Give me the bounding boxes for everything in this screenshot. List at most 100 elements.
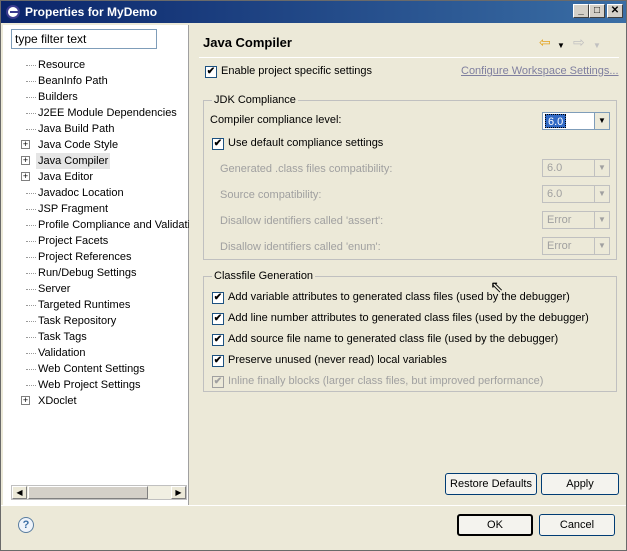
generated-compat-select[interactable]: 6.0 ▼: [542, 159, 610, 177]
tree-item[interactable]: Targeted Runtimes: [3, 297, 189, 313]
filter-input[interactable]: [11, 29, 157, 49]
classfile-option-checkbox[interactable]: [212, 334, 224, 346]
generated-compat-label: Generated .class files compatibility:: [220, 163, 393, 175]
assert-select[interactable]: Error ▼: [542, 211, 610, 229]
tree-connector: [26, 369, 36, 370]
tree-connector: [26, 385, 36, 386]
tree-item[interactable]: Web Project Settings: [3, 377, 189, 393]
use-default-compliance-checkbox[interactable]: [212, 138, 224, 150]
title-bar[interactable]: Properties for MyDemo _ □ ✕: [1, 1, 626, 23]
mouse-cursor-icon: ⇖: [490, 279, 504, 296]
tree-item-label: Web Content Settings: [38, 363, 145, 375]
tree-item[interactable]: Java Build Path: [3, 121, 189, 137]
tree-item[interactable]: BeanInfo Path: [3, 73, 189, 89]
expand-icon[interactable]: +: [21, 140, 30, 149]
classfile-option-checkbox[interactable]: [212, 313, 224, 325]
tree-item[interactable]: Task Tags: [3, 329, 189, 345]
tree-item-label: JSP Fragment: [38, 203, 109, 215]
tree-item-label: Project References: [38, 251, 132, 263]
tree-item[interactable]: Project Facets: [3, 233, 189, 249]
expand-icon[interactable]: +: [21, 396, 30, 405]
scroll-left-icon[interactable]: ◀: [12, 486, 27, 499]
tree-item[interactable]: + XDoclet: [3, 393, 189, 409]
tree-item[interactable]: JSP Fragment: [3, 201, 189, 217]
tree-connector: [26, 305, 36, 306]
classfile-option-label: Add source file name to generated class …: [228, 333, 559, 345]
tree-item[interactable]: Project References: [3, 249, 189, 265]
forward-arrow-icon[interactable]: ⇨: [573, 35, 585, 49]
classfile-option-checkbox[interactable]: [212, 292, 224, 304]
ok-button[interactable]: OK: [457, 514, 533, 536]
classfile-option-checkbox[interactable]: [212, 376, 224, 388]
navigation-panel: Resource BeanInfo Path Builders J2EE Module…: [3, 25, 189, 505]
chevron-down-icon: ▼: [594, 186, 609, 202]
maximize-button[interactable]: □: [589, 4, 605, 18]
footer-separator: [1, 505, 626, 506]
horizontal-scrollbar[interactable]: ◀ ▶: [11, 485, 187, 500]
tree-item-label: Java Editor: [38, 171, 94, 183]
tree-connector: [26, 225, 36, 226]
classfile-option-label: Inline finally blocks (larger class file…: [228, 375, 544, 387]
jdk-compliance-title: JDK Compliance: [212, 94, 298, 106]
tree-item[interactable]: Server: [3, 281, 189, 297]
tree-item[interactable]: + Java Compiler: [3, 153, 189, 169]
chevron-down-icon: ▼: [594, 212, 609, 228]
compliance-level-select[interactable]: 6.0 ▼: [542, 112, 610, 130]
enum-label: Disallow identifiers called 'enum':: [220, 241, 381, 253]
close-button[interactable]: ✕: [607, 4, 623, 18]
tree-item[interactable]: Run/Debug Settings: [3, 265, 189, 281]
help-icon[interactable]: ?: [18, 517, 34, 533]
tree-item-label: Task Tags: [38, 331, 87, 343]
tree-connector: [26, 81, 36, 82]
jdk-compliance-group: JDK Compliance Compiler compliance level…: [203, 94, 617, 260]
properties-dialog: Properties for MyDemo _ □ ✕ Resource Bean…: [0, 0, 627, 551]
tree-connector: [26, 321, 36, 322]
forward-menu-icon[interactable]: ▼: [593, 39, 601, 53]
tree-item[interactable]: Javadoc Location: [3, 185, 189, 201]
back-arrow-icon[interactable]: ⇦: [539, 35, 551, 49]
tree-item[interactable]: + Java Editor: [3, 169, 189, 185]
use-default-compliance-label: Use default compliance settings: [228, 137, 384, 149]
tree-item-label: Resource: [38, 59, 86, 71]
configure-workspace-link[interactable]: Configure Workspace Settings...: [461, 65, 619, 77]
tree-connector: [26, 65, 36, 66]
tree-connector: [26, 273, 36, 274]
scroll-thumb[interactable]: [28, 486, 148, 499]
classfile-option-label: Add variable attributes to generated cla…: [228, 291, 570, 303]
tree-item[interactable]: J2EE Module Dependencies: [3, 105, 189, 121]
dropdown-menu-icon[interactable]: ▼: [557, 39, 565, 53]
tree-item[interactable]: Profile Compliance and Validatic: [3, 217, 189, 233]
cancel-button[interactable]: Cancel: [539, 514, 615, 536]
enable-project-settings-checkbox[interactable]: [205, 66, 217, 78]
tree-item[interactable]: + Java Code Style: [3, 137, 189, 153]
tree-item[interactable]: Builders: [3, 89, 189, 105]
minimize-button[interactable]: _: [573, 4, 589, 18]
tree-item[interactable]: Web Content Settings: [3, 361, 189, 377]
tree-item[interactable]: Resource: [3, 57, 189, 73]
expand-icon[interactable]: +: [21, 156, 30, 165]
tree-item[interactable]: Task Repository: [3, 313, 189, 329]
classfile-option-label: Preserve unused (never read) local varia…: [228, 354, 447, 366]
history-navigation: ⇦ ▼ ⇨ ▼: [533, 35, 613, 51]
tree-item[interactable]: Validation: [3, 345, 189, 361]
restore-defaults-button[interactable]: Restore Defaults: [445, 473, 537, 495]
enum-select[interactable]: Error ▼: [542, 237, 610, 255]
tree-item-label: Javadoc Location: [38, 187, 124, 199]
tree-connector: [26, 241, 36, 242]
tree-item-label: J2EE Module Dependencies: [38, 107, 177, 119]
tree-connector: [26, 113, 36, 114]
tree-item-label: Profile Compliance and Validatic: [38, 219, 189, 231]
tree-item-label: Validation: [38, 347, 86, 359]
tree-connector: [26, 337, 36, 338]
property-tree: Resource BeanInfo Path Builders J2EE Module…: [3, 57, 189, 483]
apply-button[interactable]: Apply: [541, 473, 619, 495]
tree-item-label: Project Facets: [38, 235, 109, 247]
classfile-option-checkbox[interactable]: [212, 355, 224, 367]
chevron-down-icon: ▼: [594, 113, 609, 129]
scroll-right-icon[interactable]: ▶: [171, 486, 186, 499]
source-compat-select[interactable]: 6.0 ▼: [542, 185, 610, 203]
tree-item-label: BeanInfo Path: [38, 75, 108, 87]
tree-connector: [26, 289, 36, 290]
compliance-level-label: Compiler compliance level:: [210, 114, 342, 126]
expand-icon[interactable]: +: [21, 172, 30, 181]
